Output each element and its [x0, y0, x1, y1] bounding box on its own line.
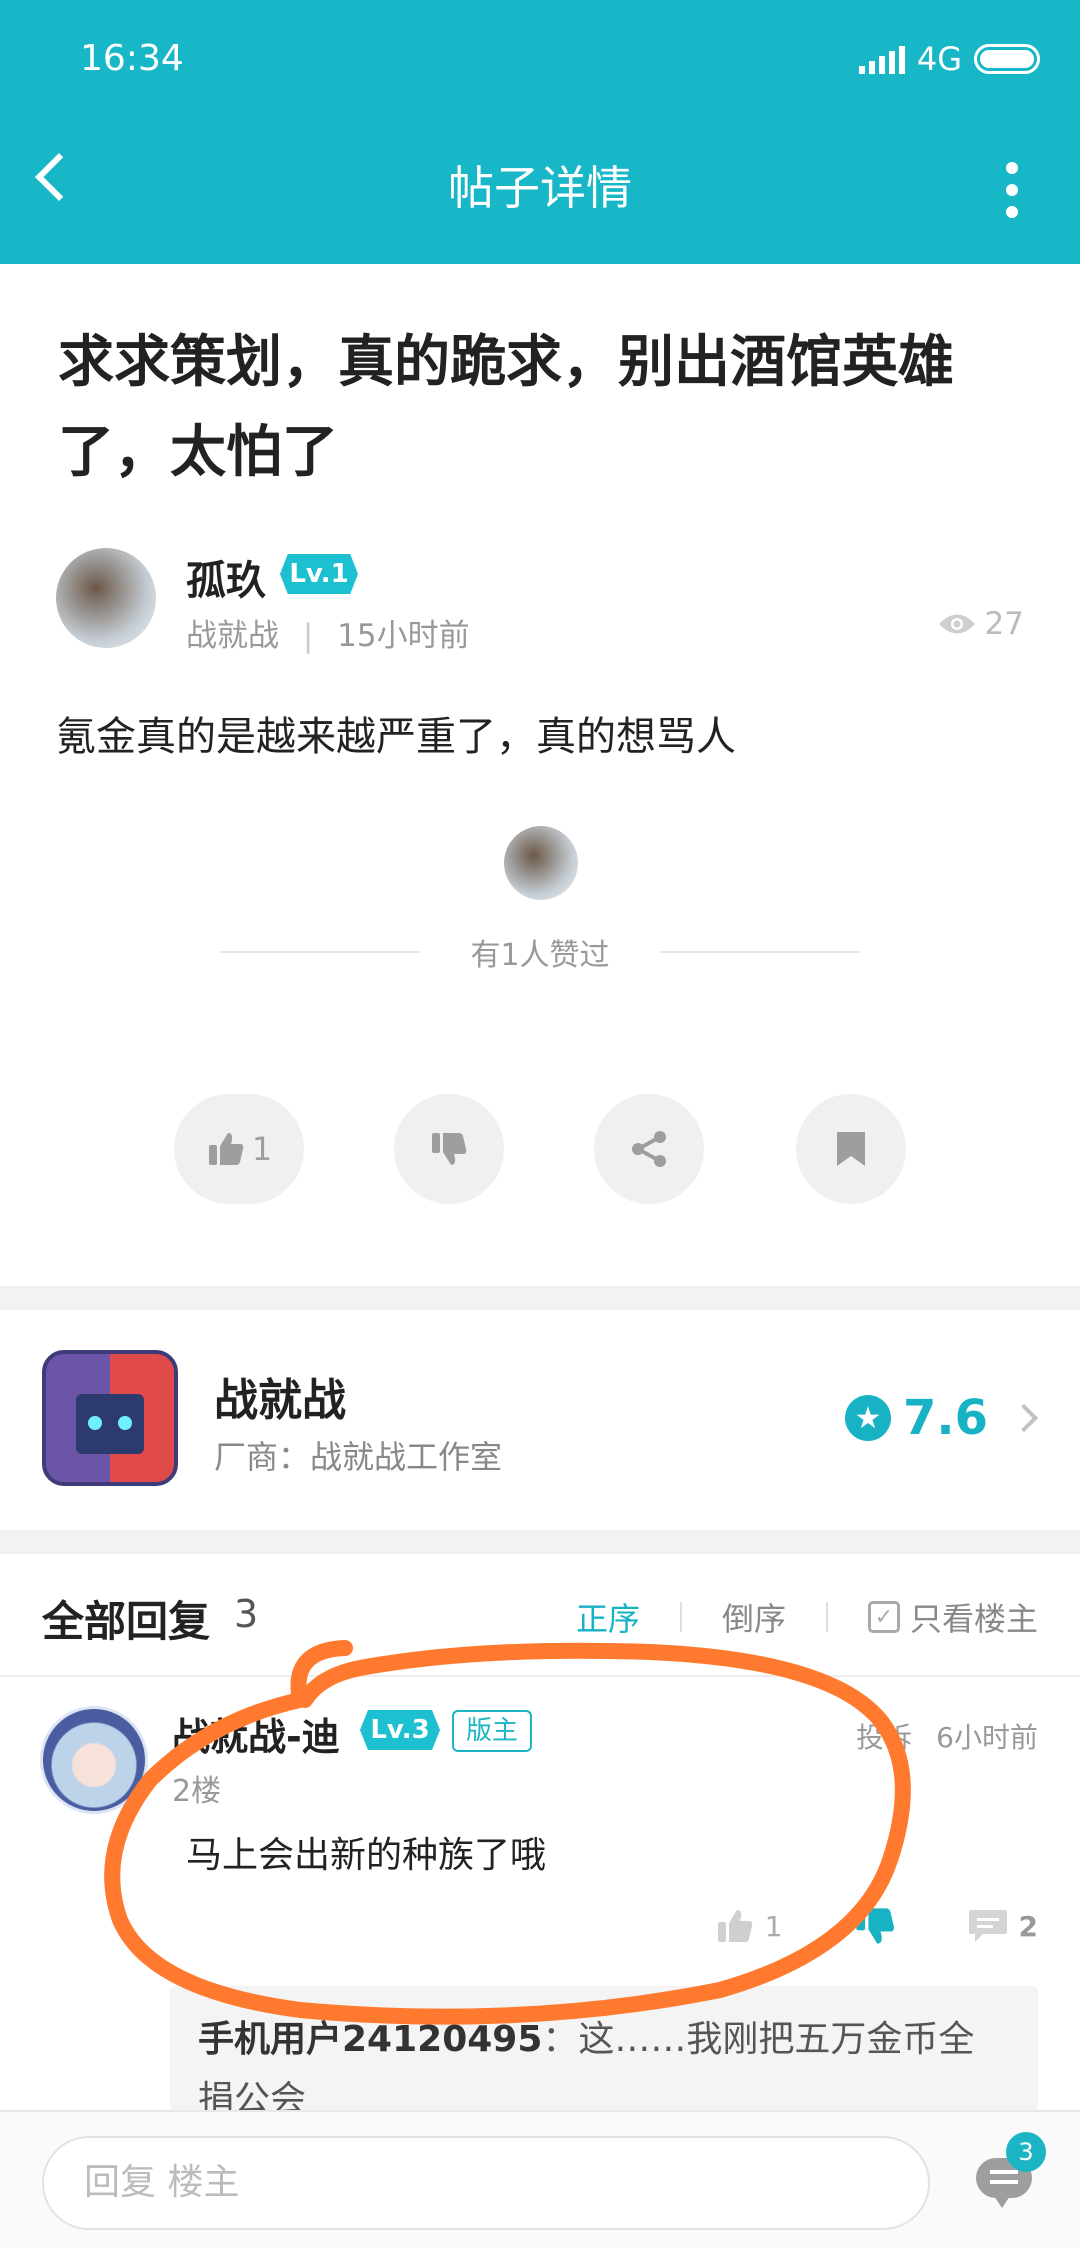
reply-input[interactable]: 回复 楼主	[42, 2136, 930, 2230]
meta-divider: |	[302, 618, 314, 654]
eye-icon	[938, 614, 975, 634]
thumbs-down-icon	[855, 1908, 894, 1944]
author-meta: 战就战 | 15小时前	[186, 610, 470, 655]
replies-title: 全部回复	[42, 1597, 211, 1646]
comments-badge: 3	[1006, 2132, 1046, 2172]
view-count-value: 27	[984, 606, 1024, 642]
star-icon: ★	[844, 1395, 891, 1441]
like-button[interactable]: 1	[174, 1094, 304, 1204]
game-rating[interactable]: ★ 7.6	[844, 1390, 1039, 1446]
reply-level-badge: Lv.3	[360, 1710, 440, 1750]
like-count: 1	[251, 1130, 273, 1168]
comment-icon	[968, 1910, 1007, 1942]
page-title: 帖子详情	[448, 161, 632, 215]
share-button[interactable]	[594, 1094, 704, 1204]
host-only-toggle[interactable]: ✓ 只看楼主	[867, 1594, 1038, 1640]
thumbs-up-icon	[208, 1133, 244, 1165]
sort-divider	[679, 1602, 682, 1632]
sort-options: 正序 倒序 ✓ 只看楼主	[576, 1594, 1038, 1640]
share-icon	[632, 1131, 666, 1167]
bottom-reply-bar: 回复 楼主 3	[0, 2110, 1080, 2248]
status-icons: 4G	[858, 40, 1040, 78]
chevron-right-icon	[1009, 1403, 1039, 1433]
rating-value: 7.6	[902, 1390, 988, 1446]
report-button[interactable]: 投诉	[856, 1716, 912, 1756]
replies-count: 3	[234, 1592, 259, 1636]
divider-line	[0, 1675, 1080, 1677]
reply-dislike-button[interactable]	[853, 1904, 897, 1948]
reply-floor: 2楼	[172, 1774, 222, 1809]
liked-by-row: 有1人赞过	[220, 930, 860, 974]
author-level-badge: Lv.1	[280, 554, 358, 594]
liker-avatar[interactable]	[504, 826, 578, 900]
divider-line	[220, 951, 421, 953]
reply-like-count: 1	[764, 1909, 783, 1943]
more-icon[interactable]	[1006, 162, 1018, 218]
sort-desc-button[interactable]: 倒序	[722, 1594, 786, 1640]
reply-actions: 1 2	[715, 1904, 1038, 1948]
reply-avatar[interactable]	[40, 1706, 148, 1814]
reply-comment-button[interactable]: 2	[967, 1906, 1038, 1946]
post-title: 求求策划，真的跪求，别出酒馆英雄了，太怕了	[58, 330, 954, 485]
view-count: 27	[937, 606, 1024, 642]
bubble-lines	[990, 2170, 1018, 2174]
thumbs-up-icon	[717, 1910, 752, 1942]
section-separator	[0, 1286, 1080, 1310]
thumbs-down-icon	[432, 1133, 467, 1165]
moderator-badge: 版主	[452, 1710, 533, 1752]
battery-icon	[974, 44, 1040, 74]
divider-line	[659, 951, 860, 953]
bookmark-button[interactable]	[796, 1094, 906, 1204]
reply-time: 6小时前	[936, 1721, 1038, 1754]
reply-meta: 投诉 6小时前	[856, 1716, 1038, 1756]
section-separator	[0, 1530, 1080, 1554]
sub-reply[interactable]: 手机用户24120495：这……我刚把五万金币全捐公会	[170, 1986, 1038, 2112]
game-name[interactable]: 战就战	[214, 1364, 346, 1428]
network-label: 4G	[916, 40, 962, 78]
sort-asc-button[interactable]: 正序	[576, 1594, 640, 1640]
reply-like-button[interactable]: 1	[715, 1906, 783, 1946]
bookmark-icon	[837, 1132, 865, 1166]
author-avatar[interactable]	[56, 548, 156, 648]
liked-by-text: 有1人赞过	[470, 938, 610, 973]
signal-icon	[858, 44, 905, 74]
status-time: 16:34	[80, 38, 184, 79]
game-icon[interactable]	[42, 1350, 178, 1486]
post-time: 15小时前	[337, 618, 470, 654]
checkbox-icon: ✓	[867, 1601, 900, 1633]
author-game: 战就战	[186, 618, 279, 654]
host-only-label: 只看楼主	[909, 1600, 1038, 1638]
reply-content: 马上会出新的种族了哦	[186, 1835, 547, 1876]
post-body: 氪金真的是越来越严重了，真的想骂人	[56, 714, 736, 760]
dislike-button[interactable]	[394, 1094, 504, 1204]
sub-reply-user[interactable]: 手机用户24120495	[198, 2019, 542, 2060]
reply-author-name[interactable]: 战就战-迪	[172, 1706, 340, 1761]
author-name[interactable]: 孤玖	[186, 548, 266, 606]
sort-divider	[825, 1602, 828, 1632]
app-header: 16:34 4G 帖子详情	[0, 0, 1080, 264]
game-vendor: 厂商：战就战工作室	[214, 1438, 503, 1476]
reply-comment-count: 2	[1018, 1909, 1038, 1943]
